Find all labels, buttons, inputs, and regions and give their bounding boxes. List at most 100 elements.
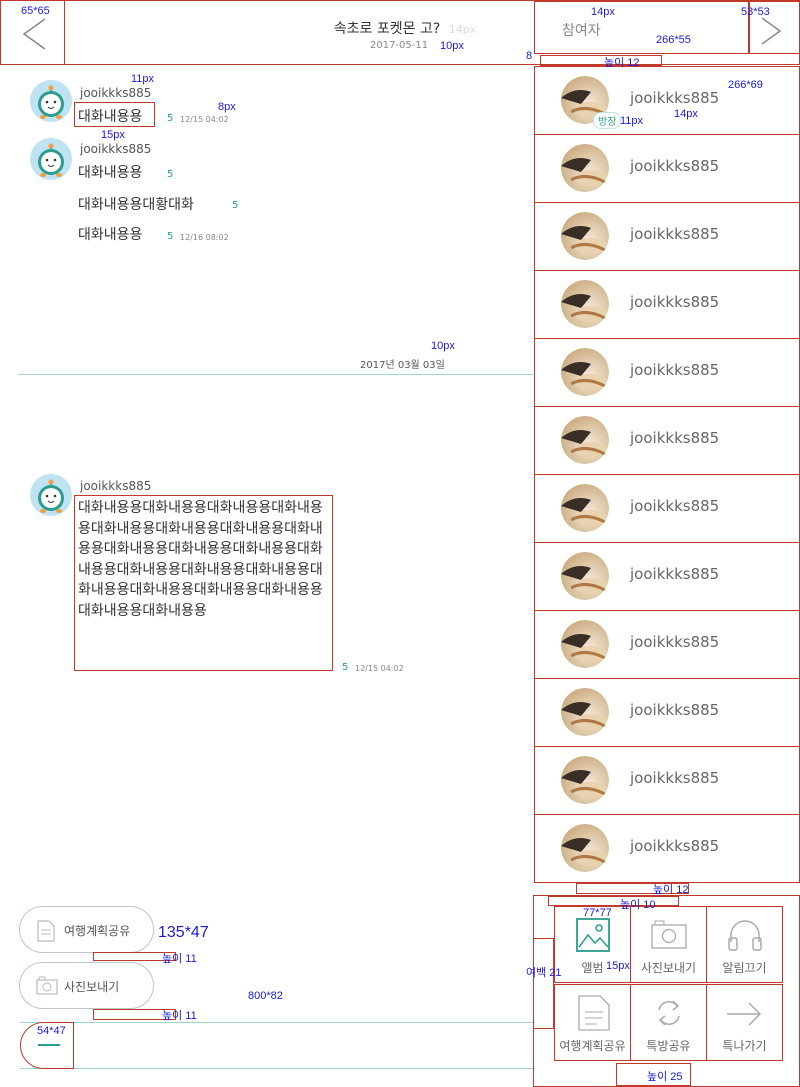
menu-dash-icon <box>38 1044 60 1046</box>
annotation-gap-8: 8 <box>526 50 533 62</box>
participant-name: jooikkks885 <box>630 429 720 447</box>
bot-avatar-icon <box>30 474 72 516</box>
annotation-forward-size: 53*53 <box>741 6 770 18</box>
annotation-margin-21: 여백 21 <box>526 967 562 979</box>
avatar[interactable] <box>30 80 72 122</box>
read-count: 5 <box>167 113 174 124</box>
read-count: 5 <box>342 662 349 673</box>
headphones-icon <box>728 920 762 951</box>
share-room-label: 특방공유 <box>646 1039 691 1053</box>
participant-row[interactable]: jooikkks885 <box>534 134 800 203</box>
chat-room-title-text: 속초로 포켓몬 고? <box>333 21 441 37</box>
participant-name: jooikkks885 <box>630 633 720 651</box>
read-count: 5 <box>232 200 239 211</box>
participant-row[interactable]: jooikkks885 <box>534 610 800 679</box>
date-divider-label: 2017년 03월 03일 <box>360 360 445 371</box>
annotation-date-size: 10px <box>440 40 464 52</box>
message-text: 대화내용용 <box>78 109 143 125</box>
message-text[interactable]: 대화내용용 <box>78 224 142 244</box>
annotation-badge-size: 11px <box>620 115 644 127</box>
message-time: 12/16 08:02 <box>180 233 229 242</box>
share-plan-action-label: 여행계획공유 <box>559 1039 626 1053</box>
avatar[interactable] <box>30 138 72 180</box>
message-bubble[interactable]: 대화내용용대화내용용대화내용용대화내용용대화내용용대화내용용대화내용용대화내용용… <box>74 495 333 671</box>
bot-avatar-icon <box>30 138 72 180</box>
participants-header[interactable]: 참여자 <box>534 1 749 54</box>
participant-photo <box>561 212 609 260</box>
profile-photo-icon <box>561 620 609 668</box>
participant-photo <box>561 620 609 668</box>
participant-name: jooikkks885 <box>630 701 720 719</box>
annotation-height-11-b: 높이 11 <box>162 1010 197 1022</box>
share-travel-plan-button[interactable]: 여행계획공유 <box>19 906 154 953</box>
profile-photo-icon <box>561 824 609 872</box>
annotation-divider-size: 10px <box>431 340 455 352</box>
message-text[interactable]: 대화내용용 <box>78 162 142 182</box>
leave-room-button[interactable]: 특나가기 <box>706 984 783 1061</box>
avatar[interactable] <box>30 474 72 516</box>
participant-row[interactable]: jooikkks885 <box>534 542 800 611</box>
message-input-bar[interactable] <box>20 1022 535 1069</box>
guide-gap-header <box>540 55 662 66</box>
participant-row[interactable]: jooikkks885 <box>534 814 800 883</box>
participant-row[interactable]: jooikkks885 <box>534 678 800 747</box>
annotation-input-size: 800*82 <box>248 990 283 1002</box>
participant-row[interactable]: jooikkks885 <box>534 270 800 339</box>
message-time: 12/15 04:02 <box>355 664 404 673</box>
annotation-height-25: 높이 25 <box>647 1071 683 1083</box>
refresh-icon <box>658 1000 680 1026</box>
share-room-button[interactable]: 특방공유 <box>630 984 707 1061</box>
mute-notifications-label: 알림끄기 <box>722 961 767 975</box>
annotation-row-size: 266*69 <box>728 79 763 91</box>
participant-row[interactable]: jooikkks885 <box>534 474 800 543</box>
participant-row[interactable]: jooikkks885 방장 <box>534 66 800 135</box>
participant-row[interactable]: jooikkks885 <box>534 406 800 475</box>
participant-name: jooikkks885 <box>630 225 720 243</box>
participant-name: jooikkks885 <box>630 769 720 787</box>
participant-name: jooikkks885 <box>630 361 720 379</box>
profile-photo-icon <box>561 484 609 532</box>
profile-photo-icon <box>561 552 609 600</box>
participant-photo <box>561 756 609 804</box>
annotation-height-12-bottom: 높이 12 <box>653 884 689 896</box>
participant-photo <box>561 348 609 396</box>
message-username: jooikkks885 <box>80 86 152 100</box>
participant-photo <box>561 688 609 736</box>
participants-label: 참여자 <box>562 23 601 39</box>
profile-photo-icon <box>561 756 609 804</box>
participant-name: jooikkks885 <box>630 293 720 311</box>
profile-photo-icon <box>561 416 609 464</box>
annotation-time-size: 8px <box>218 101 236 113</box>
read-count: 5 <box>167 231 174 242</box>
annotation-name-size: 14px <box>674 108 698 120</box>
send-photo-button[interactable]: 사진보내기 <box>19 962 154 1009</box>
share-plan-action[interactable]: 여행계획공유 <box>554 984 631 1061</box>
annotation-height-12-top: 높이 12 <box>604 57 640 69</box>
participant-name: jooikkks885 <box>630 157 720 175</box>
arrow-right-icon <box>727 1002 762 1026</box>
participant-row[interactable]: jooikkks885 <box>534 338 800 407</box>
participant-photo <box>561 416 609 464</box>
participant-row[interactable]: jooikkks885 <box>534 746 800 815</box>
mute-notifications-button[interactable]: 알림끄기 <box>706 906 783 983</box>
annotation-message-size: 15px <box>101 129 125 141</box>
document-icon <box>37 920 55 942</box>
annotation-cell-size: 77*77 <box>583 907 612 919</box>
document-icon <box>578 995 610 1031</box>
read-count: 5 <box>167 169 174 180</box>
leave-room-label: 특나가기 <box>722 1039 767 1053</box>
send-photo-action[interactable]: 사진보내기 <box>630 906 707 983</box>
guide-gap-panel-left <box>533 938 554 1029</box>
participant-row[interactable]: jooikkks885 <box>534 202 800 271</box>
profile-photo-icon <box>561 212 609 260</box>
message-text[interactable]: 대화내용용대황대화 <box>78 194 194 214</box>
annotation-pill-size: 135*47 <box>158 924 209 941</box>
annotation-participants-font: 14px <box>591 6 615 18</box>
chat-room-title: 속초로 포켓몬 고? 14px <box>300 18 510 38</box>
participant-photo <box>561 484 609 532</box>
annotation-button-size: 54*47 <box>37 1025 66 1037</box>
host-badge: 방장 <box>593 112 622 129</box>
participant-photo <box>561 144 609 192</box>
message-username: jooikkks885 <box>80 142 152 156</box>
profile-photo-icon <box>561 144 609 192</box>
